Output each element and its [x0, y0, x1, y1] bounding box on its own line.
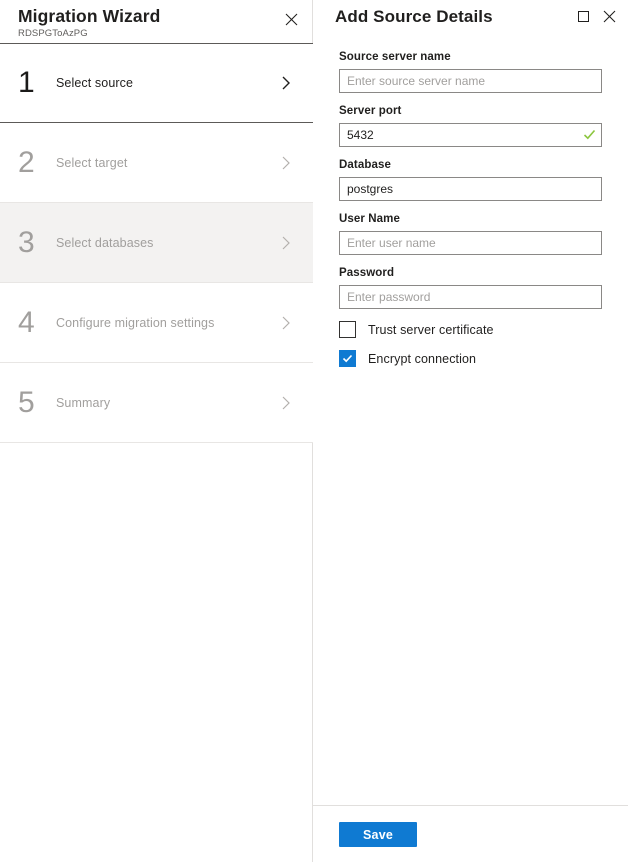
step-number: 5: [18, 386, 56, 420]
chevron-right-icon: [277, 314, 295, 332]
field-label: Server port: [339, 104, 602, 119]
wizard-header: Migration Wizard RDSPGToAzPG: [0, 0, 312, 43]
dialog-title: Add Source Details: [335, 7, 493, 26]
wizard-left-panel: Migration Wizard RDSPGToAzPG 1 Select so…: [0, 0, 313, 862]
step-label: Configure migration settings: [56, 316, 277, 330]
step-label: Select target: [56, 156, 277, 170]
wizard-step-select-target[interactable]: 2 Select target: [0, 123, 313, 203]
checkbox-box: [339, 350, 356, 367]
chevron-right-icon: [277, 234, 295, 252]
source-server-name-input[interactable]: [339, 69, 602, 93]
add-source-details-dialog: Add Source Details Source server name: [313, 0, 628, 862]
dialog-close-button[interactable]: [596, 3, 622, 29]
field-database: Database: [339, 158, 602, 201]
step-label: Summary: [56, 396, 277, 410]
checkbox-label: Encrypt connection: [368, 352, 476, 366]
step-number: 1: [18, 66, 56, 100]
migration-wizard-window: Migration Wizard RDSPGToAzPG 1 Select so…: [0, 0, 628, 862]
wizard-step-select-source[interactable]: 1 Select source: [0, 43, 313, 123]
field-password: Password: [339, 266, 602, 309]
checkbox-label: Trust server certificate: [368, 323, 494, 337]
server-port-input[interactable]: [339, 123, 602, 147]
step-number: 2: [18, 146, 56, 180]
close-icon: [603, 10, 616, 23]
field-source-server-name: Source server name: [339, 50, 602, 93]
wizard-step-select-databases[interactable]: 3 Select databases: [0, 203, 313, 283]
close-icon: [285, 13, 298, 26]
user-name-input[interactable]: [339, 231, 602, 255]
field-label: User Name: [339, 212, 602, 227]
wizard-title: Migration Wizard: [18, 6, 312, 27]
wizard-subtitle: RDSPGToAzPG: [18, 28, 312, 40]
wizard-close-button[interactable]: [278, 6, 304, 32]
checkbox-trust-server-certificate[interactable]: Trust server certificate: [339, 321, 602, 338]
chevron-right-icon: [277, 74, 295, 92]
dialog-maximize-button[interactable]: [570, 3, 596, 29]
dialog-window-controls: [570, 3, 622, 29]
wizard-step-list: 1 Select source 2 Select target 3 Select…: [0, 43, 313, 443]
password-input[interactable]: [339, 285, 602, 309]
step-label: Select source: [56, 76, 277, 90]
chevron-right-icon: [277, 394, 295, 412]
checkbox-box: [339, 321, 356, 338]
chevron-right-icon: [277, 154, 295, 172]
step-number: 3: [18, 226, 56, 260]
checkbox-encrypt-connection[interactable]: Encrypt connection: [339, 350, 602, 367]
source-details-form: Source server name Server port Database: [313, 36, 628, 805]
maximize-icon: [578, 11, 589, 22]
dialog-footer: Save: [313, 805, 628, 862]
field-label: Source server name: [339, 50, 602, 65]
wizard-step-configure-migration-settings[interactable]: 4 Configure migration settings: [0, 283, 313, 363]
wizard-step-summary[interactable]: 5 Summary: [0, 363, 313, 443]
field-server-port: Server port: [339, 104, 602, 147]
field-user-name: User Name: [339, 212, 602, 255]
step-label: Select databases: [56, 236, 277, 250]
step-number: 4: [18, 306, 56, 340]
wizard-left-empty-area: [0, 443, 312, 862]
save-button[interactable]: Save: [339, 822, 417, 847]
database-input[interactable]: [339, 177, 602, 201]
dialog-header: Add Source Details: [313, 0, 628, 36]
field-label: Database: [339, 158, 602, 173]
field-label: Password: [339, 266, 602, 281]
